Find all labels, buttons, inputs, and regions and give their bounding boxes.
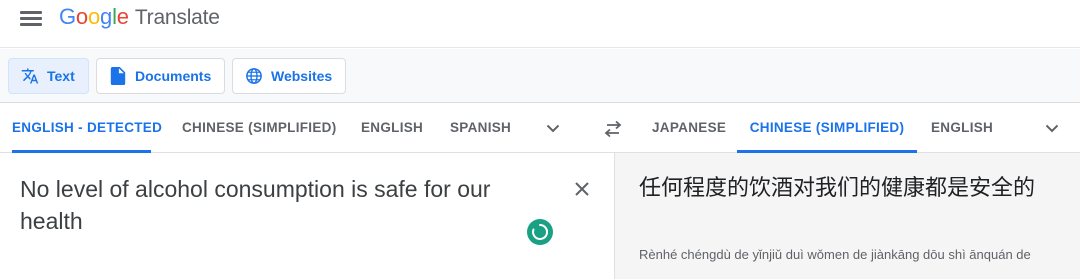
romanization-text: Rènhé chéngdù de yǐnjiǔ duì wǒmen de jià…: [639, 247, 1031, 262]
hamburger-menu-icon: [20, 11, 42, 14]
product-name: Translate: [134, 6, 220, 29]
loading-icon: [532, 223, 549, 240]
websites-mode-label: Websites: [271, 68, 333, 84]
documents-mode-button[interactable]: Documents: [96, 58, 225, 94]
logo-letter: G: [59, 4, 76, 29]
target-lang-tab-english[interactable]: ENGLISH: [931, 104, 993, 152]
text-mode-button[interactable]: Text: [8, 58, 89, 94]
logo-letter: g: [100, 4, 113, 29]
logo-letter: e: [116, 4, 129, 29]
swap-languages-button[interactable]: [603, 120, 623, 138]
logo-letter: o: [75, 4, 88, 29]
source-panel: No level of alcohol consumption is safe …: [0, 153, 614, 279]
app-header: G o o g l e Translate: [0, 0, 1080, 48]
translation-output: 任何程度的饮酒对我们的健康都是安全的: [639, 176, 1036, 201]
chevron-down-icon: [546, 124, 560, 133]
main-menu-button[interactable]: [20, 9, 42, 27]
globe-icon: [245, 67, 263, 85]
source-lang-tab-chinese-simplified[interactable]: CHINESE (SIMPLIFIED): [182, 104, 336, 152]
target-panel: 任何程度的饮酒对我们的健康都是安全的 Rènhé chéngdù de yǐnj…: [614, 153, 1080, 279]
target-lang-tab-chinese-simplified[interactable]: CHINESE (SIMPLIFIED): [737, 104, 917, 153]
chevron-down-icon: [1045, 124, 1059, 133]
clear-source-button[interactable]: [572, 179, 592, 199]
swap-languages-icon: [604, 120, 622, 138]
app-logo[interactable]: G o o g l e Translate: [59, 4, 220, 32]
mode-toolbar: Text Documents Websites: [0, 49, 1080, 103]
logo-letter: o: [87, 4, 101, 29]
target-more-languages-button[interactable]: [1044, 120, 1060, 136]
listen-button[interactable]: [527, 219, 553, 245]
target-lang-tab-japanese[interactable]: JAPANESE: [652, 104, 726, 152]
source-lang-tab-spanish[interactable]: SPANISH: [450, 104, 511, 152]
close-icon: [575, 182, 589, 196]
source-more-languages-button[interactable]: [545, 120, 561, 136]
document-icon: [109, 67, 127, 85]
websites-mode-button[interactable]: Websites: [232, 58, 346, 94]
text-mode-label: Text: [47, 68, 75, 84]
source-text-input[interactable]: No level of alcohol consumption is safe …: [20, 173, 550, 237]
language-bar: ENGLISH - DETECTED CHINESE (SIMPLIFIED) …: [0, 104, 1080, 153]
source-lang-tab-detected[interactable]: ENGLISH - DETECTED: [12, 104, 162, 153]
translate-icon: [21, 67, 39, 85]
documents-mode-label: Documents: [135, 68, 212, 84]
source-lang-tab-english[interactable]: ENGLISH: [361, 104, 423, 152]
